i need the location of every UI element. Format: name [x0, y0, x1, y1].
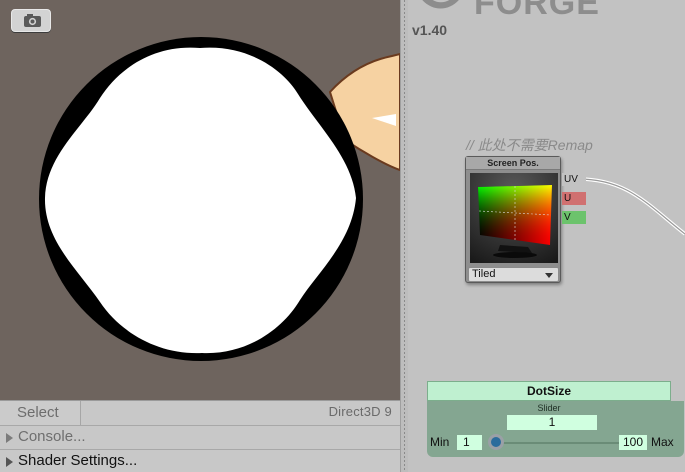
camera-icon — [24, 14, 41, 27]
chevron-down-icon — [545, 273, 553, 278]
output-port-v[interactable]: V — [562, 211, 586, 224]
min-label: Min — [430, 435, 450, 449]
output-port-u[interactable]: U — [562, 192, 586, 205]
shader-settings-foldout-label: Shader Settings... — [18, 452, 138, 469]
preview-render — [39, 37, 400, 361]
select-button[interactable]: Select — [0, 401, 81, 425]
slider-track[interactable] — [495, 442, 619, 444]
screen-pos-mode-value: Tiled — [472, 268, 496, 280]
console-foldout-label: Console... — [18, 428, 86, 445]
node-type-label: Slider — [537, 403, 561, 413]
max-value-field[interactable]: 100 — [619, 435, 647, 450]
screen-pos-node[interactable]: Screen Pos. Tiled — [465, 156, 561, 283]
shader-settings-foldout[interactable]: Shader Settings... — [0, 449, 400, 472]
screenshot-button[interactable] — [11, 9, 51, 32]
dotsize-slider-node[interactable]: DotSize Slider 1 Min 1 100 Max — [427, 381, 684, 457]
console-foldout[interactable]: Console... — [0, 425, 400, 449]
screen-pos-thumbnail — [470, 173, 558, 263]
node-canvas[interactable]: FORGE v1.40 // 此处不需要Remap Screen Pos. Ti… — [408, 0, 685, 472]
foldout-arrow-icon — [6, 457, 13, 467]
uv-wire — [577, 177, 685, 236]
graphics-api-label: Direct3D 9 — [328, 404, 392, 419]
slider-node-body: Slider 1 Min 1 100 Max — [427, 401, 684, 457]
min-value-field[interactable]: 1 — [457, 435, 482, 450]
max-label: Max — [651, 435, 674, 449]
slider-thumb[interactable] — [488, 434, 504, 450]
output-port-uv[interactable]: UV — [562, 173, 586, 186]
slider-value-field[interactable]: 1 — [507, 415, 597, 430]
material-preview[interactable] — [0, 0, 400, 400]
screen-pos-mode-dropdown[interactable]: Tiled — [468, 267, 559, 282]
property-name-field[interactable]: DotSize — [427, 381, 671, 401]
panel-splitter[interactable] — [400, 0, 408, 472]
preview-footer: Select Direct3D 9 Console... Shader Sett… — [0, 400, 400, 472]
node-title: Screen Pos. — [466, 157, 560, 170]
foldout-arrow-icon — [6, 433, 13, 443]
